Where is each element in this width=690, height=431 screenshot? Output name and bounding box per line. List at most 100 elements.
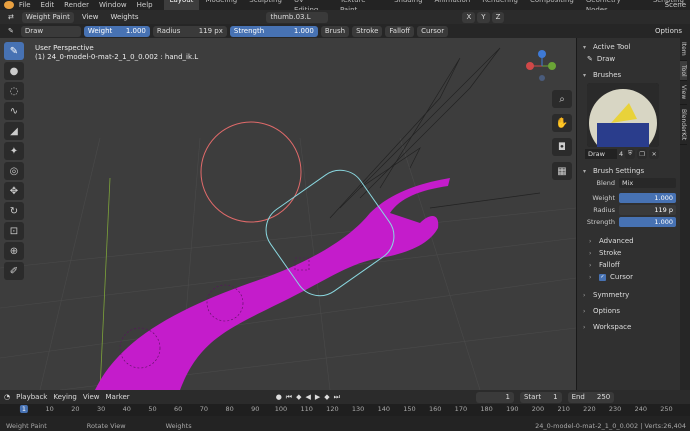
- blend-dropdown[interactable]: Mix: [619, 177, 676, 188]
- viewport-object-info: (1) 24_0-model-0-mat-2_1_0_0.002 : hand_…: [35, 53, 199, 61]
- falloff-subpanel[interactable]: › Falloff: [577, 259, 680, 271]
- current-frame-field[interactable]: 1: [475, 391, 514, 403]
- menu-window[interactable]: Window: [94, 0, 132, 10]
- pan-hand-icon[interactable]: ✋: [552, 114, 572, 132]
- reverse-play-icon[interactable]: ◀: [306, 393, 311, 402]
- start-frame-field[interactable]: Start 1: [519, 391, 562, 403]
- stroke-menu[interactable]: Stroke: [352, 25, 383, 37]
- grid-view-icon[interactable]: ▦: [552, 162, 572, 180]
- axis-z-toggle[interactable]: Z: [491, 11, 505, 23]
- frame-tick: 120: [326, 405, 339, 413]
- mode-dropdown[interactable]: Weight Paint: [21, 11, 74, 23]
- falloff-menu[interactable]: Falloff: [385, 25, 415, 37]
- radius-field[interactable]: Radius 119 px: [152, 25, 227, 37]
- annotate-tool-icon[interactable]: ✐: [4, 262, 24, 280]
- strength-slider[interactable]: 1.000: [619, 216, 676, 227]
- scale-tool-icon[interactable]: ⊡: [4, 222, 24, 240]
- tab-view[interactable]: View: [680, 81, 687, 105]
- average-tool-icon[interactable]: ◌: [4, 82, 24, 100]
- brushes-title: Brushes: [593, 71, 622, 79]
- frame-tick: 40: [122, 405, 131, 413]
- status-stats: 24_0-model-0-mat-2_1_0_0.002 | Verts:26,…: [535, 422, 686, 430]
- menu-view[interactable]: View: [78, 12, 103, 23]
- duplicate-icon[interactable]: ❐: [637, 149, 648, 159]
- cursor-tool-icon[interactable]: ◎: [4, 162, 24, 180]
- checkbox-icon[interactable]: ✓: [599, 273, 606, 281]
- gradient-tool-icon[interactable]: ◢: [4, 122, 24, 140]
- menu-file[interactable]: File: [14, 0, 36, 10]
- tool-settings-header: ✎ Draw Weight 1.000 Radius 119 px Strength…: [0, 24, 690, 38]
- blur-tool-icon[interactable]: ●: [4, 62, 24, 80]
- object-selector[interactable]: thumb.03.L: [266, 11, 329, 23]
- sample-weight-icon[interactable]: ✦: [4, 142, 24, 160]
- transform-tool-icon[interactable]: ⊕: [4, 242, 24, 260]
- axis-x-toggle[interactable]: X: [462, 11, 476, 23]
- editor-type-icon[interactable]: ⇄: [4, 12, 18, 23]
- brush-name-field[interactable]: Draw: [585, 149, 617, 159]
- active-tool-header[interactable]: ▾ Active Tool: [577, 41, 680, 53]
- workspace-header[interactable]: › Workspace: [577, 321, 680, 333]
- camera-icon[interactable]: ◘: [552, 138, 572, 156]
- smear-tool-icon[interactable]: ∿: [4, 102, 24, 120]
- brush-menu[interactable]: Brush: [320, 25, 350, 37]
- zoom-icon[interactable]: ⌕: [552, 90, 572, 108]
- menu-help[interactable]: Help: [132, 0, 158, 10]
- playback-menu[interactable]: Playback: [16, 393, 47, 401]
- draw-tool-icon[interactable]: ✎: [4, 42, 24, 60]
- navigation-gizmo[interactable]: [522, 46, 562, 86]
- jump-start-icon[interactable]: ⏮: [286, 393, 292, 402]
- status-mode: Weight Paint: [6, 422, 47, 430]
- radius-slider[interactable]: 119 p: [619, 204, 676, 215]
- rotate-tool-icon[interactable]: ↻: [4, 202, 24, 220]
- frame-tick: 80: [225, 405, 234, 413]
- frame-tick: 50: [148, 405, 157, 413]
- marker-menu[interactable]: Marker: [105, 393, 129, 401]
- weight-slider[interactable]: 1.000: [619, 192, 676, 203]
- cursor-menu[interactable]: Cursor: [417, 25, 449, 37]
- 3d-viewport[interactable]: User Perspective (1) 24_0-model-0-mat-2_…: [0, 38, 576, 390]
- brush-selector[interactable]: Draw: [20, 25, 81, 37]
- stroke-subpanel[interactable]: › Stroke: [577, 247, 680, 259]
- close-icon[interactable]: ✕: [649, 149, 660, 159]
- cursor-subpanel[interactable]: › ✓ Cursor: [577, 271, 680, 283]
- chevron-right-icon: ›: [583, 307, 586, 315]
- menu-render[interactable]: Render: [59, 0, 94, 10]
- stroke-label: Stroke: [599, 249, 622, 257]
- tab-item[interactable]: Item: [680, 38, 687, 61]
- jump-end-icon[interactable]: ⏭: [334, 393, 340, 402]
- menu-edit[interactable]: Edit: [36, 0, 60, 10]
- active-tool-title: Active Tool: [593, 43, 631, 51]
- weight-field[interactable]: Weight 1.000: [83, 25, 150, 37]
- options-menu[interactable]: Options: [651, 26, 686, 37]
- move-tool-icon[interactable]: ✥: [4, 182, 24, 200]
- options-header[interactable]: › Options: [577, 305, 680, 317]
- record-icon[interactable]: ●: [276, 393, 282, 402]
- menu-weights[interactable]: Weights: [106, 12, 142, 23]
- symmetry-header[interactable]: › Symmetry: [577, 289, 680, 301]
- scene-selector[interactable]: Scene: [665, 0, 686, 10]
- frame-tick: 110: [300, 405, 313, 413]
- axis-y-toggle[interactable]: Y: [477, 11, 490, 23]
- play-icon[interactable]: ▶: [315, 393, 320, 402]
- frame-tick: 70: [199, 405, 209, 413]
- end-frame-field[interactable]: End 250: [567, 391, 615, 403]
- brush-settings-header[interactable]: ▾ Brush Settings: [577, 165, 680, 177]
- frame-tick: 150: [403, 405, 416, 413]
- active-tool-row[interactable]: ✎ Draw: [577, 53, 680, 65]
- prev-key-icon[interactable]: ◆: [296, 393, 301, 402]
- frame-ruler[interactable]: 1 10 20 30 40 50 60 70 80 90 100 110 120 130 140 150 160…: [0, 404, 690, 416]
- keying-menu[interactable]: Keying: [53, 393, 77, 401]
- frame-tick: 1: [19, 405, 29, 413]
- brush-preview[interactable]: [587, 83, 659, 147]
- advanced-subpanel[interactable]: › Advanced: [577, 235, 680, 247]
- brushes-header[interactable]: ▾ Brushes: [577, 69, 680, 81]
- blender-logo-icon[interactable]: [4, 1, 14, 9]
- tab-blenderkit[interactable]: BlenderKit: [680, 105, 687, 145]
- next-key-icon[interactable]: ◆: [324, 393, 329, 402]
- tab-tool[interactable]: Tool: [680, 60, 687, 82]
- strength-field[interactable]: Strength 1.000: [229, 25, 318, 37]
- shield-icon[interactable]: ⛨: [625, 149, 636, 159]
- chevron-right-icon: ›: [589, 249, 592, 257]
- timeline-view-menu[interactable]: View: [83, 393, 100, 401]
- timeline-editor-icon[interactable]: ◔: [4, 393, 10, 401]
